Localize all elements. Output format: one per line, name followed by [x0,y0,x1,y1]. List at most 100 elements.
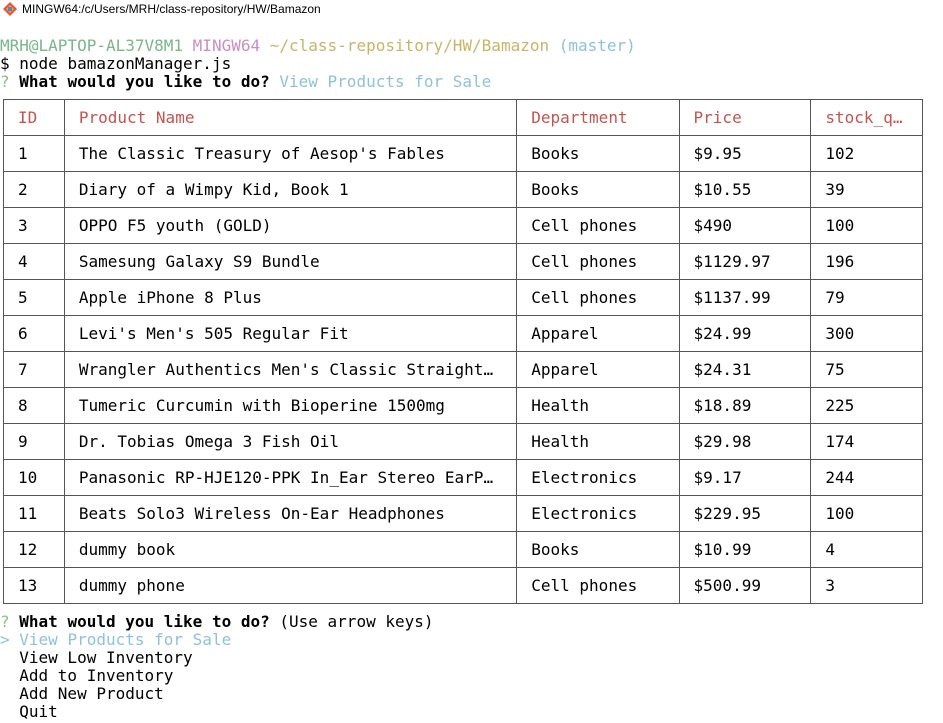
cell-price: $490 [678,207,812,244]
col-header-stock-quantity: stock_q… [810,99,923,136]
col-header-id: ID [3,99,65,136]
table-row: 1 The Classic Treasury of Aesop's Fables B… [3,135,923,172]
cell-product-name: Apple iPhone 8 Plus [63,279,518,316]
command-text: node bamazonManager.js [19,54,232,73]
cell-department: Books [516,135,680,172]
products-table: ID Product Name Department Price stock_q… [3,99,923,604]
prompt-line: MRH@LAPTOP-AL37V8M1 MINGW64 ~/class-repo… [0,37,636,55]
prompt-user-host: MRH@LAPTOP-AL37V8M1 [0,36,184,55]
cell-department: Electronics [516,495,680,532]
table-row: 7 Wrangler Authentics Men's Classic Strai… [3,351,923,388]
cell-price: $1137.99 [678,279,812,316]
cell-stock-quantity: 75 [810,351,923,388]
cell-id: 1 [3,135,65,172]
cell-stock-quantity: 196 [810,243,923,280]
cell-price: $500.99 [678,567,812,604]
cell-stock-quantity: 100 [810,207,923,244]
menu-item-add-new-product[interactable]: Add New Product [0,685,164,703]
cell-product-name: Samesung Galaxy S9 Bundle [63,243,518,280]
table-body: 1 The Classic Treasury of Aesop's Fables B… [3,135,923,604]
cell-stock-quantity: 174 [810,423,923,460]
menu-item-add-to-inventory[interactable]: Add to Inventory [0,667,173,685]
cell-department: Cell phones [516,207,680,244]
question-text-1: What would you like to do? [19,72,270,91]
table-row: 11 Beats Solo3 Wireless On-Ear Headphones… [3,495,923,532]
cell-product-name: OPPO F5 youth (GOLD) [63,207,518,244]
table-row: 2 Diary of a Wimpy Kid, Book 1 Books $10.55… [3,171,923,208]
cell-department: Health [516,387,680,424]
cell-stock-quantity: 102 [810,135,923,172]
question-answer-1: View Products for Sale [279,72,492,91]
cell-stock-quantity: 4 [810,531,923,568]
table-row: 13 dummy phone Cell phones $500.99 3 [3,567,923,604]
col-header-product-name: Product Name [63,99,518,136]
git-bash-icon [3,2,17,16]
cell-id: 10 [3,459,65,496]
cell-department: Cell phones [516,243,680,280]
cell-product-name: Panasonic RP-HJE120-PPK In_Ear Stereo Ea… [63,459,518,496]
cell-product-name: Beats Solo3 Wireless On-Ear Headphones [63,495,518,532]
prompt-branch: (master) [558,36,636,55]
cell-product-name: Dr. Tobias Omega 3 Fish Oil [63,423,518,460]
cell-price: $9.95 [678,135,812,172]
cell-price: $9.17 [678,459,812,496]
cell-price: $29.98 [678,423,812,460]
menu-item-label: View Products for Sale [19,630,232,649]
cell-stock-quantity: 79 [810,279,923,316]
menu-item-view-products[interactable]: > View Products for Sale [0,631,231,649]
cell-id: 9 [3,423,65,460]
cell-product-name: Tumeric Curcumin with Bioperine 1500mg [63,387,518,424]
col-header-department: Department [516,99,680,136]
cell-department: Books [516,171,680,208]
cell-price: $1129.97 [678,243,812,280]
cell-product-name: Levi's Men's 505 Regular Fit [63,315,518,352]
cell-id: 6 [3,315,65,352]
cell-id: 5 [3,279,65,316]
table-row: 3 OPPO F5 youth (GOLD) Cell phones $490 100 [3,207,923,244]
cell-price: $10.99 [678,531,812,568]
cell-id: 12 [3,531,65,568]
table-row: 4 Samesung Galaxy S9 Bundle Cell phones $11… [3,243,923,280]
cell-stock-quantity: 244 [810,459,923,496]
table-row: 12 dummy book Books $10.99 4 [3,531,923,568]
cell-department: Health [516,423,680,460]
table-row: 9 Dr. Tobias Omega 3 Fish Oil Health $29.98… [3,423,923,460]
question-text-2: What would you like to do? [19,612,270,631]
menu-item-label: View Low Inventory [19,648,193,667]
menu-item-quit[interactable]: Quit [0,703,58,721]
table-row: 6 Levi's Men's 505 Regular Fit Apparel $24.… [3,315,923,352]
menu-pointer: > [0,630,10,649]
cell-price: $24.99 [678,315,812,352]
prompt-dollar: $ [0,54,10,73]
menu-item-label: Add to Inventory [19,666,174,685]
menu-item-view-low-inventory[interactable]: View Low Inventory [0,648,193,667]
cell-id: 3 [3,207,65,244]
question-mark-1: ? [0,72,10,91]
menu-item-label: Quit [19,702,58,721]
cell-id: 7 [3,351,65,388]
table-header-row: ID Product Name Department Price stock_q… [3,99,923,136]
prompt-path: ~/class-repository/HW/Bamazon [269,36,550,55]
cell-department: Apparel [516,351,680,388]
col-header-price: Price [678,99,812,136]
question-mark-2: ? [0,612,10,631]
table-row: 10 Panasonic RP-HJE120-PPK In_Ear Stereo … [3,459,923,496]
cell-id: 4 [3,243,65,280]
cell-id: 2 [3,171,65,208]
cell-stock-quantity: 3 [810,567,923,604]
cell-product-name: dummy book [63,531,518,568]
menu-item-label: Add New Product [19,684,164,703]
cell-product-name: The Classic Treasury of Aesop's Fables [63,135,518,172]
cell-department: Electronics [516,459,680,496]
cell-price: $10.55 [678,171,812,208]
cell-department: Apparel [516,315,680,352]
cell-price: $24.31 [678,351,812,388]
cell-department: Cell phones [516,279,680,316]
window-titlebar[interactable]: MINGW64:/c/Users/MRH/class-repository/HW… [0,0,943,18]
cell-stock-quantity: 300 [810,315,923,352]
cell-product-name: Diary of a Wimpy Kid, Book 1 [63,171,518,208]
table-row: 5 Apple iPhone 8 Plus Cell phones $1137.99 7… [3,279,923,316]
cell-stock-quantity: 39 [810,171,923,208]
cell-stock-quantity: 225 [810,387,923,424]
prompt-shell: MINGW64 [192,36,261,55]
